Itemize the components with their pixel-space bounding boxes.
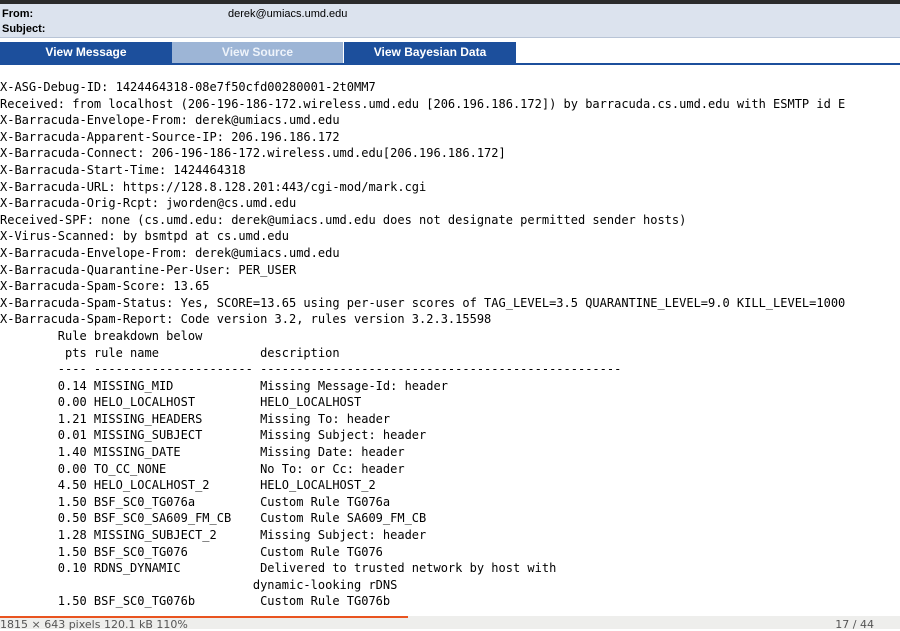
source-line: Received-SPF: none (cs.umd.edu: derek@um… xyxy=(0,212,687,227)
tab-view-message[interactable]: View Message xyxy=(0,42,172,63)
source-line: X-Barracuda-URL: https://128.8.128.201:4… xyxy=(0,179,427,194)
source-line: X-Barracuda-Apparent-Source-IP: 206.196.… xyxy=(0,129,340,144)
source-line: dynamic-looking rDNS xyxy=(0,577,398,592)
source-line: pts rule name description xyxy=(0,345,340,360)
source-line: 0.50 BSF_SC0_SA609_FM_CB Custom Rule SA6… xyxy=(0,511,427,526)
source-line: X-Barracuda-Envelope-From: derek@umiacs.… xyxy=(0,245,340,260)
subject-row: Subject: xyxy=(0,22,900,37)
from-label: From: xyxy=(2,8,34,20)
source-line: X-Barracuda-Connect: 206-196-186-172.wir… xyxy=(0,146,506,161)
source-line: Received: from localhost (206-196-186-17… xyxy=(0,96,846,111)
source-line: X-Barracuda-Start-Time: 1424464318 xyxy=(0,162,246,177)
source-line: Rule breakdown below xyxy=(0,328,203,343)
source-line: X-Barracuda-Orig-Rcpt: jworden@cs.umd.ed… xyxy=(0,196,297,211)
source-line: X-Barracuda-Spam-Report: Code version 3.… xyxy=(0,312,492,327)
source-line: 1.50 BSF_SC0_TG076a Custom Rule TG076a xyxy=(0,494,391,509)
source-line: ---- ---------------------- ------------… xyxy=(0,362,622,377)
source-line: X-Virus-Scanned: by bsmtpd at cs.umd.edu xyxy=(0,229,289,244)
message-source-view: X-ASG-Debug-ID: 1424464318-08e7f50cfd002… xyxy=(0,79,900,610)
tab-view-source[interactable]: View Source xyxy=(172,42,343,63)
subject-label: Subject: xyxy=(2,23,46,35)
source-line: 1.28 MISSING_SUBJECT_2 Missing Subject: … xyxy=(0,528,427,543)
source-line: X-ASG-Debug-ID: 1424464318-08e7f50cfd002… xyxy=(0,80,376,94)
source-line: 0.14 MISSING_MID Missing Message-Id: hea… xyxy=(0,378,448,393)
image-position-counter: 17 / 44 xyxy=(835,618,874,631)
source-line: X-Barracuda-Spam-Status: Yes, SCORE=13.6… xyxy=(0,295,846,310)
source-line: 1.21 MISSING_HEADERS Missing To: header xyxy=(0,411,391,426)
source-line: 1.50 BSF_SC0_TG076b Custom Rule TG076b xyxy=(0,594,391,609)
source-line: 1.50 BSF_SC0_TG076 Custom Rule TG076 xyxy=(0,544,383,559)
from-value: derek@umiacs.umd.edu xyxy=(228,8,348,20)
source-line: 0.00 TO_CC_NONE No To: or Cc: header xyxy=(0,461,405,476)
source-line: 0.10 RDNS_DYNAMIC Delivered to trusted n… xyxy=(0,561,557,576)
image-viewer-statusbar: 1815 × 643 pixels 120.1 kB 110% 17 / 44 xyxy=(0,616,900,631)
source-line: 0.00 HELO_LOCALHOST HELO_LOCALHOST xyxy=(0,395,362,410)
source-line: X-Barracuda-Spam-Score: 13.65 xyxy=(0,279,210,294)
source-line: X-Barracuda-Quarantine-Per-User: PER_USE… xyxy=(0,262,297,277)
source-line: 4.50 HELO_LOCALHOST_2 HELO_LOCALHOST_2 xyxy=(0,478,376,493)
source-line: 1.40 MISSING_DATE Missing Date: header xyxy=(0,445,405,460)
message-header-panel: From: derek@umiacs.umd.edu Subject: xyxy=(0,4,900,38)
from-row: From: derek@umiacs.umd.edu xyxy=(0,7,900,22)
tab-underline xyxy=(0,63,900,65)
image-info-text: 1815 × 643 pixels 120.1 kB 110% xyxy=(0,618,188,631)
source-line: 0.01 MISSING_SUBJECT Missing Subject: he… xyxy=(0,428,427,443)
tab-view-bayesian-data[interactable]: View Bayesian Data xyxy=(344,42,516,63)
source-line: X-Barracuda-Envelope-From: derek@umiacs.… xyxy=(0,113,340,128)
